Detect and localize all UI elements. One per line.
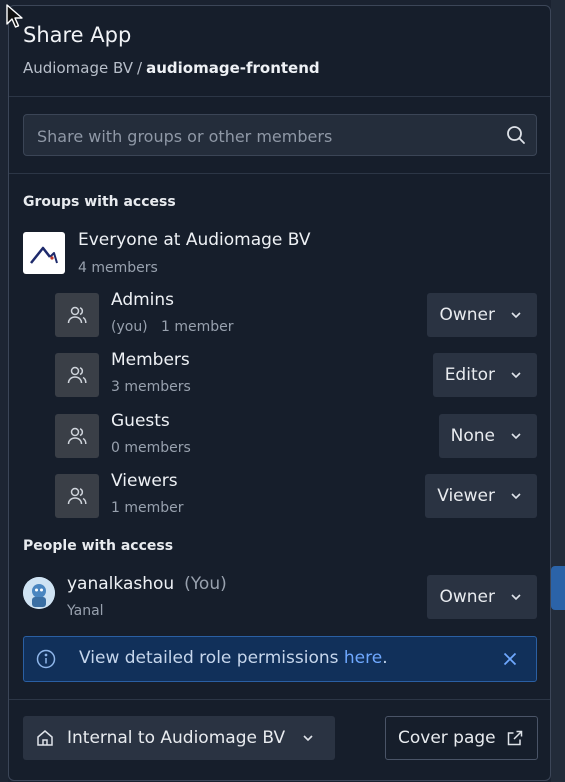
breadcrumb-org: Audiomage BV	[23, 59, 134, 77]
backdrop-button	[551, 566, 565, 610]
permissions-link[interactable]: here	[344, 648, 382, 668]
role-dropdown-viewers[interactable]: Viewer	[425, 474, 537, 518]
visibility-label: Internal to Audiomage BV	[67, 728, 286, 748]
audiomage-logo-icon	[30, 246, 58, 264]
breadcrumb-separator: /	[137, 59, 143, 77]
backdrop-right	[551, 0, 565, 782]
you-tag: (you)	[111, 319, 148, 335]
group-icon	[55, 293, 99, 337]
group-icon	[55, 414, 99, 458]
org-group-members: 4 members	[78, 260, 158, 276]
role-permissions-banner: View detailed role permissions here.	[23, 636, 537, 682]
people-section-label: People with access	[23, 538, 174, 554]
breadcrumb: Audiomage BV / audiomage-frontend	[23, 59, 320, 77]
share-search[interactable]	[23, 114, 537, 157]
chevron-down-icon	[511, 594, 521, 601]
group-row-viewers: Viewers 1 member Viewer	[55, 471, 537, 520]
group-name: Admins	[111, 290, 175, 310]
group-name: Viewers	[111, 471, 178, 491]
search-input[interactable]	[35, 115, 489, 157]
cover-page-button[interactable]: Cover page	[385, 716, 538, 760]
role-dropdown-members[interactable]: Editor	[432, 353, 537, 397]
role-label: Editor	[444, 365, 495, 385]
group-row-guests: Guests 0 members None	[55, 411, 537, 460]
group-members: 1 member	[111, 500, 184, 516]
chevron-down-icon	[511, 433, 521, 440]
org-logo	[23, 232, 65, 274]
footer-divider	[9, 699, 550, 700]
role-label: None	[450, 426, 495, 446]
banner-message: View detailed role permissions	[79, 648, 344, 668]
chevron-down-icon	[511, 312, 521, 319]
role-label: Viewer	[437, 486, 495, 506]
org-group-name: Everyone at Audiomage BV	[78, 230, 311, 250]
backdrop-left	[0, 0, 8, 782]
member-count: 1 member	[161, 319, 234, 335]
users-icon	[67, 306, 87, 324]
group-icon	[55, 353, 99, 397]
role-dropdown-person[interactable]: Owner	[427, 575, 537, 619]
person-row: Owner	[23, 575, 537, 621]
search-divider	[9, 173, 550, 174]
banner-suffix: .	[382, 648, 388, 668]
group-members: (you) 1 member	[111, 319, 234, 335]
users-icon	[67, 366, 87, 384]
group-row-members: Members 3 members Editor	[55, 350, 537, 399]
group-members: 3 members	[111, 379, 191, 395]
role-label: Owner	[439, 305, 495, 325]
info-icon	[36, 649, 56, 669]
chevron-down-icon	[511, 372, 521, 379]
users-icon	[67, 427, 87, 445]
cover-page-label: Cover page	[398, 728, 496, 748]
share-modal: Share App Audiomage BV / audiomage-fronten…	[8, 5, 551, 781]
banner-text: View detailed role permissions here.	[79, 648, 388, 668]
group-members: 0 members	[111, 440, 191, 456]
breadcrumb-app: audiomage-frontend	[146, 59, 320, 77]
role-dropdown-guests[interactable]: None	[438, 414, 537, 458]
group-icon	[55, 474, 99, 518]
mouse-cursor-icon	[6, 4, 23, 28]
chevron-down-icon	[511, 493, 521, 500]
close-icon[interactable]	[502, 651, 518, 667]
home-icon	[37, 730, 53, 746]
chevron-down-icon	[303, 735, 313, 742]
group-row-admins: Admins (you) 1 member Owner	[55, 290, 537, 339]
groups-section-label: Groups with access	[23, 194, 176, 210]
group-name: Members	[111, 350, 190, 370]
users-icon	[67, 487, 87, 505]
role-label: Owner	[439, 587, 495, 607]
search-icon[interactable]	[506, 125, 526, 145]
group-name: Guests	[111, 411, 170, 431]
visibility-dropdown[interactable]: Internal to Audiomage BV	[23, 716, 335, 760]
external-link-icon	[507, 730, 522, 746]
role-dropdown-admins[interactable]: Owner	[427, 293, 537, 337]
modal-title: Share App	[23, 23, 132, 47]
header-divider	[9, 96, 550, 97]
